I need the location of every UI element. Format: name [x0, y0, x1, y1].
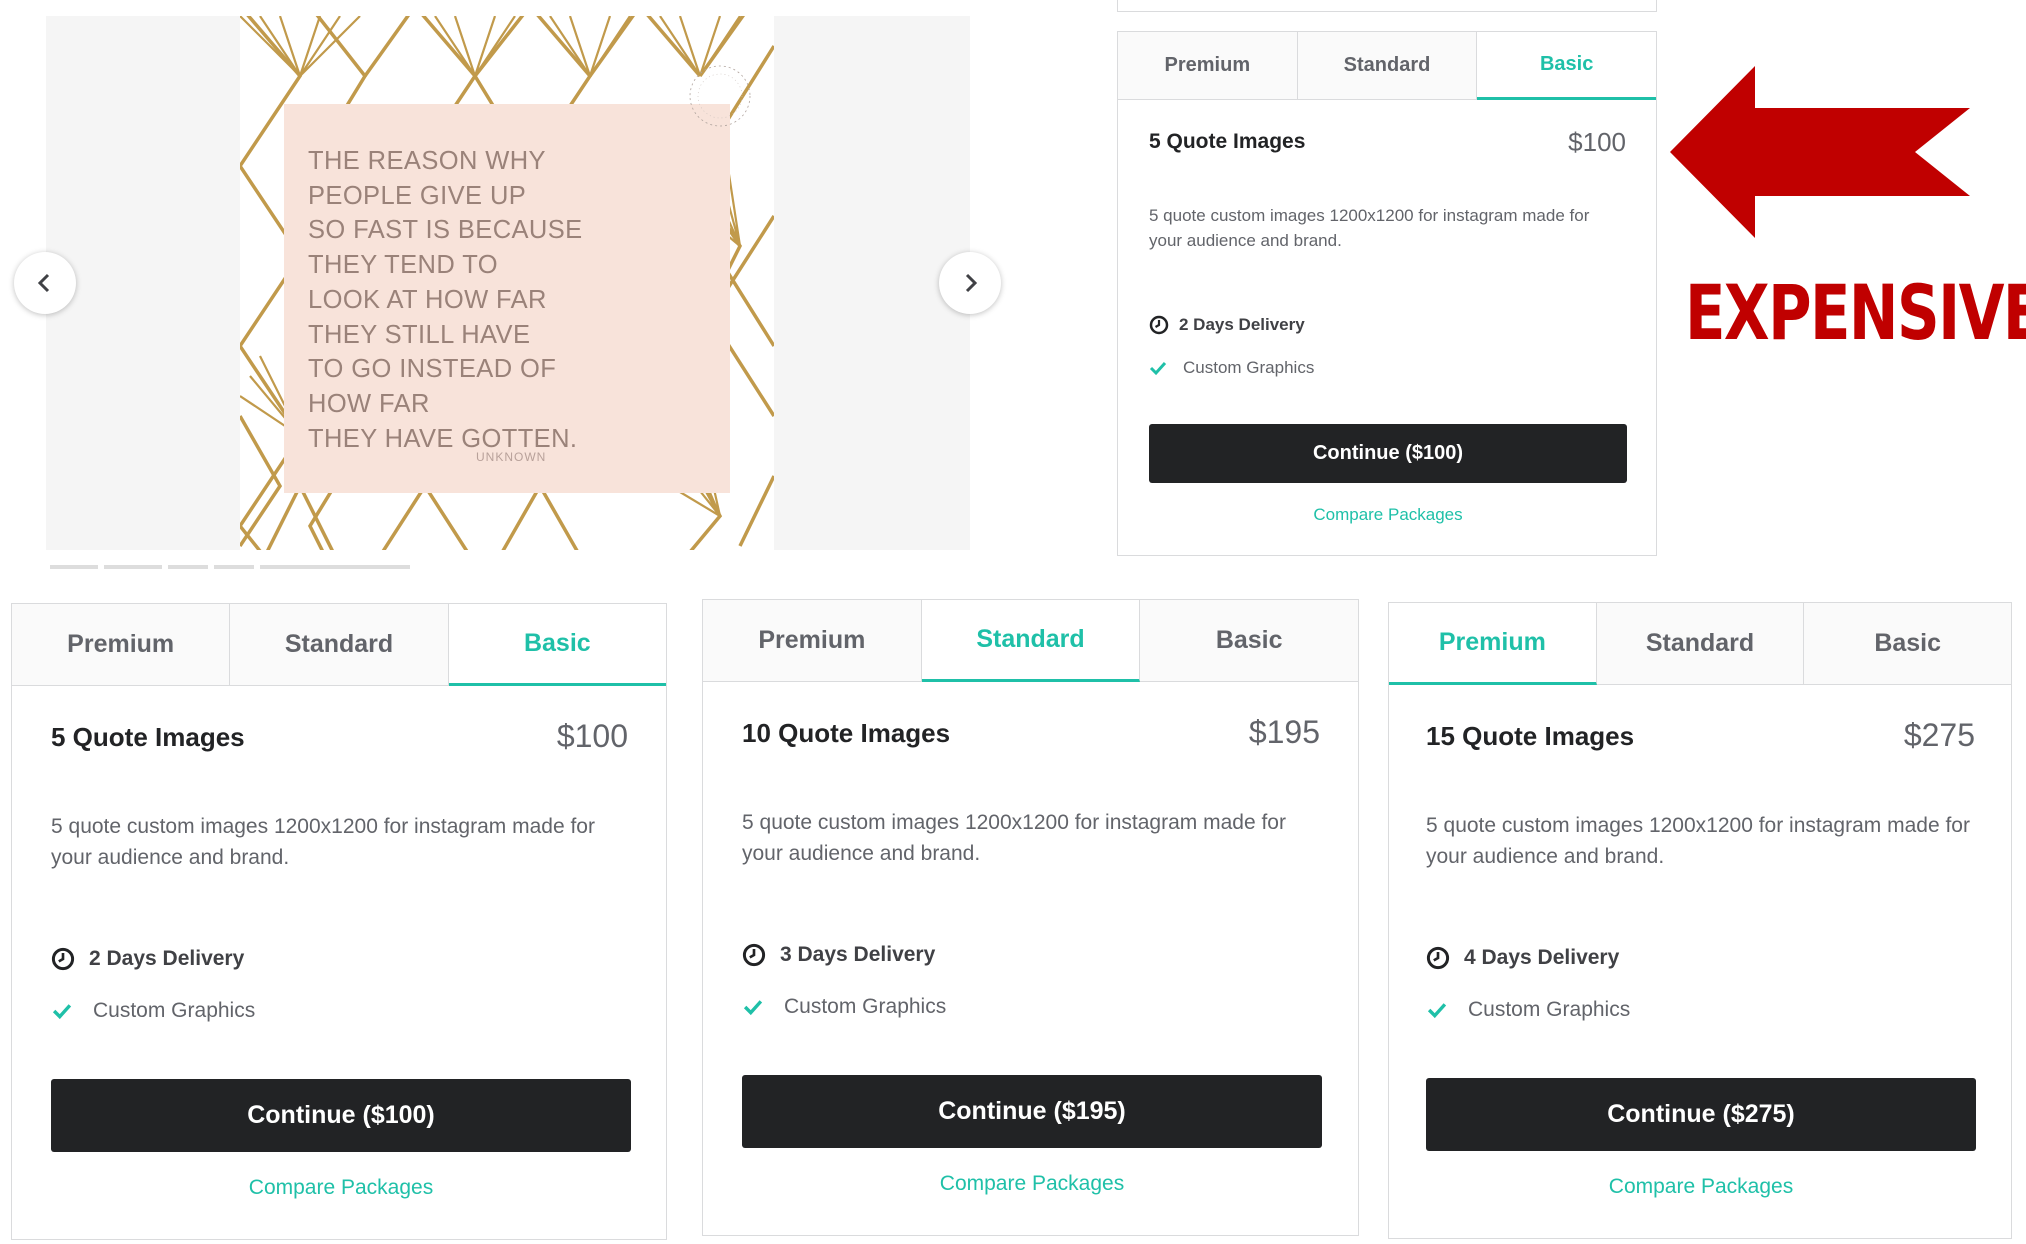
tab-basic[interactable]: Basic — [448, 604, 666, 686]
feature-label: Custom Graphics — [1468, 998, 1631, 1021]
delivery-time: 2 Days Delivery — [51, 947, 244, 971]
continue-button[interactable]: Continue ($100) — [51, 1079, 631, 1152]
tab-premium[interactable]: Premium — [1118, 32, 1298, 100]
feature-item: Custom Graphics — [1426, 998, 1630, 1022]
quote-line: people give up — [308, 181, 527, 210]
package-card-basic: Premium Standard Basic 5 Quote Images $1… — [11, 603, 667, 1240]
package-description: 5 quote custom images 1200x1200 for inst… — [51, 815, 595, 869]
chevron-right-icon — [965, 273, 978, 293]
tab-basic[interactable]: Basic — [1477, 32, 1657, 100]
package-title: 10 Quote Images — [742, 718, 951, 748]
quote-line: how far — [308, 389, 430, 418]
feature-label: Custom Graphics — [93, 999, 256, 1022]
brand-seal-logo — [689, 65, 751, 127]
tab-standard[interactable]: Standard — [921, 600, 1141, 682]
compare-packages-link[interactable]: Compare Packages — [1426, 1175, 1976, 1199]
expensive-annotation: EXPENSIVE — [1685, 268, 2026, 357]
quote-image: The reason why people give up so fast is… — [240, 16, 774, 550]
package-description: 5 quote custom images 1200x1200 for inst… — [742, 811, 1286, 865]
check-icon — [1149, 361, 1167, 376]
delivery-time: 3 Days Delivery — [742, 943, 935, 967]
check-icon — [743, 1000, 763, 1016]
tab-premium[interactable]: Premium — [703, 600, 922, 682]
tab-standard[interactable]: Standard — [1596, 603, 1805, 685]
package-title: 5 Quote Images — [51, 722, 245, 752]
tab-standard[interactable]: Standard — [1297, 32, 1478, 100]
card-edge — [1117, 0, 1657, 12]
package-description: 5 quote custom images 1200x1200 for inst… — [1149, 206, 1590, 250]
quote-card: The reason why people give up so fast is… — [284, 104, 730, 493]
package-tabs: Premium Standard Basic — [1389, 603, 2012, 685]
feature-label: Custom Graphics — [784, 995, 947, 1018]
thumbnail[interactable] — [104, 565, 162, 569]
thumbnail[interactable] — [214, 565, 254, 569]
package-price: $100 — [556, 718, 628, 754]
package-card-top: Premium Standard Basic 5 Quote Images $1… — [1117, 31, 1657, 556]
package-card-premium: Premium Standard Basic 15 Quote Images $… — [1388, 602, 2012, 1239]
delivery-label: 4 Days Delivery — [1464, 946, 1620, 969]
quote-line: look at how far — [308, 285, 547, 314]
delivery-label: 2 Days Delivery — [1179, 315, 1305, 334]
tab-premium[interactable]: Premium — [12, 604, 231, 686]
tab-standard[interactable]: Standard — [230, 604, 449, 686]
quote-line: to go instead of — [308, 355, 557, 384]
feature-item: Custom Graphics — [1149, 358, 1314, 378]
check-icon — [52, 1004, 72, 1020]
thumbnail[interactable] — [260, 565, 410, 569]
tab-basic[interactable]: Basic — [1140, 600, 1359, 682]
check-icon — [1427, 1003, 1447, 1019]
delivery-time: 2 Days Delivery — [1149, 315, 1305, 335]
clock-icon — [742, 943, 766, 967]
clock-icon — [51, 947, 75, 971]
thumbnail[interactable] — [168, 565, 208, 569]
feature-item: Custom Graphics — [51, 999, 255, 1023]
prev-slide-button[interactable] — [14, 252, 76, 314]
compare-packages-link[interactable]: Compare Packages — [742, 1172, 1322, 1196]
package-card-standard: Premium Standard Basic 10 Quote Images $… — [702, 599, 1359, 1236]
thumbnail[interactable] — [50, 565, 98, 569]
continue-button[interactable]: Continue ($100) — [1149, 424, 1627, 483]
package-price: $195 — [1248, 714, 1320, 750]
feature-label: Custom Graphics — [1183, 358, 1315, 377]
delivery-time: 4 Days Delivery — [1426, 946, 1619, 970]
quote-line: so fast is because — [308, 216, 583, 245]
clock-icon — [1149, 315, 1169, 335]
quote-line: they still have — [308, 320, 531, 349]
package-price: $100 — [1568, 127, 1626, 157]
delivery-label: 2 Days Delivery — [89, 947, 245, 970]
compare-packages-link[interactable]: Compare Packages — [1149, 505, 1627, 525]
red-arrow-annotation — [1670, 66, 1970, 238]
tab-basic[interactable]: Basic — [1804, 603, 2012, 685]
delivery-label: 3 Days Delivery — [780, 943, 936, 966]
next-slide-button[interactable] — [939, 252, 1001, 314]
package-tabs: Premium Standard Basic — [12, 604, 666, 686]
package-title: 5 Quote Images — [1149, 130, 1306, 153]
quote-line: they tend to — [308, 251, 498, 280]
package-tabs: Premium Standard Basic — [1118, 32, 1657, 100]
package-title: 15 Quote Images — [1426, 721, 1635, 751]
quote-line: The reason why — [308, 147, 546, 175]
quote-author: UNKNOWN — [476, 450, 547, 464]
compare-packages-link[interactable]: Compare Packages — [51, 1176, 631, 1200]
continue-button[interactable]: Continue ($195) — [742, 1075, 1322, 1148]
package-description: 5 quote custom images 1200x1200 for inst… — [1426, 814, 1970, 868]
tab-premium[interactable]: Premium — [1389, 603, 1597, 685]
continue-button[interactable]: Continue ($275) — [1426, 1078, 1976, 1151]
quote-text: The reason why people give up so fast is… — [308, 144, 708, 456]
chevron-left-icon — [37, 273, 50, 293]
feature-item: Custom Graphics — [742, 995, 946, 1019]
package-price: $275 — [1903, 717, 1975, 753]
thumbnail-strip[interactable] — [50, 556, 455, 569]
clock-icon — [1426, 946, 1450, 970]
package-tabs: Premium Standard Basic — [703, 600, 1359, 682]
